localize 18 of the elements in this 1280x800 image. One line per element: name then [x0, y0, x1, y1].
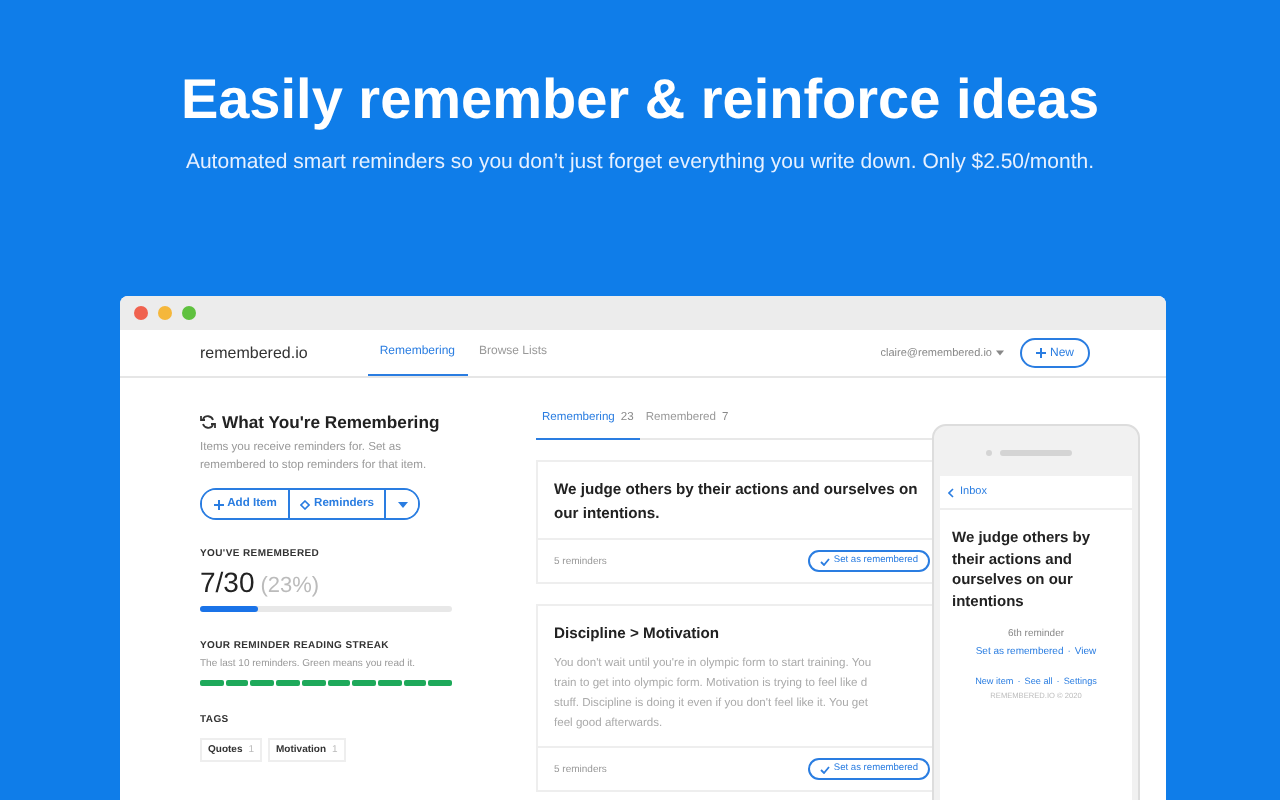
check-icon	[819, 765, 830, 773]
check-icon	[819, 557, 830, 565]
maximize-dot[interactable]	[182, 306, 196, 320]
headline: Easily remember & reinforce ideas	[180, 68, 1100, 132]
chevron-left-icon	[948, 487, 954, 497]
subtitle: Automated smart reminders so you don’t just forget everything you write down. Only $2.50/month.	[185, 150, 1095, 174]
brand-name: remembered.io	[200, 344, 308, 362]
minimize-dot[interactable]	[158, 306, 172, 320]
section-heading: What You're Remembering	[222, 412, 440, 432]
caret-icon	[397, 501, 407, 507]
refresh-icon	[200, 414, 216, 430]
plus-icon	[213, 499, 224, 509]
remembered-percent: (23%)	[260, 574, 320, 598]
close-dot[interactable]	[134, 306, 148, 320]
diamond-icon	[300, 499, 311, 509]
plus-icon	[1035, 348, 1046, 358]
caret-icon	[995, 350, 1004, 356]
remembered-count: 7/30	[200, 566, 255, 598]
